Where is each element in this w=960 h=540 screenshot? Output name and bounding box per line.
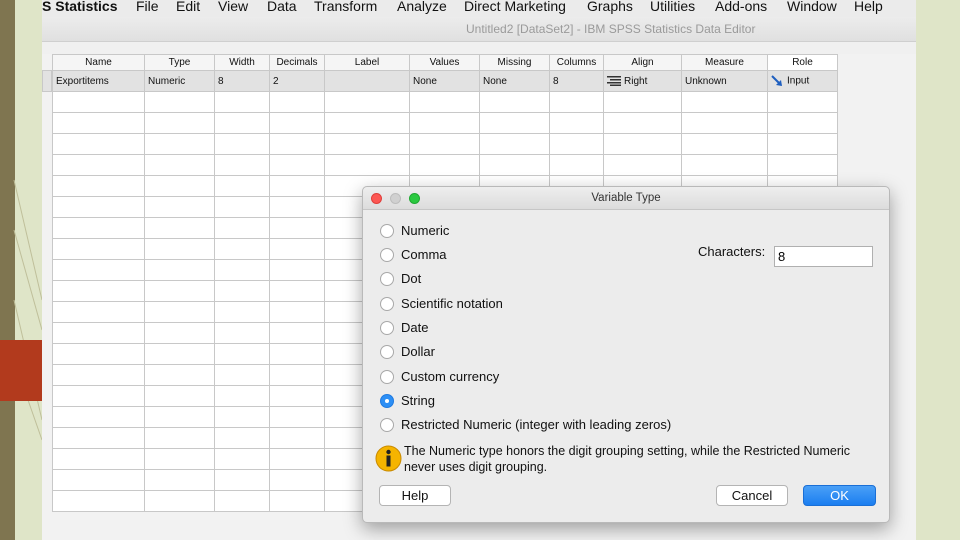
cell-missing[interactable]: None: [479, 70, 550, 92]
menu-utilities[interactable]: Utilities: [650, 0, 695, 14]
window-titlebar: Untitled2 [DataSet2] - IBM SPSS Statisti…: [42, 17, 916, 42]
row-number-1[interactable]: [42, 70, 52, 92]
menu-analyze[interactable]: Analyze: [397, 0, 447, 14]
cell-align-text: Right: [624, 75, 648, 87]
table-row[interactable]: [52, 91, 838, 113]
table-row[interactable]: [52, 112, 838, 134]
radio-label: String: [401, 393, 435, 408]
cell-align[interactable]: Right: [603, 70, 682, 92]
toolbar-strip: [42, 42, 916, 54]
radio-label: Comma: [401, 247, 447, 262]
col-header-missing[interactable]: Missing: [479, 54, 550, 71]
variable-type-dialog: Variable Type Numeric Comma Dot Scientif…: [362, 186, 890, 523]
menubar: S Statistics File Edit View Data Transfo…: [42, 0, 916, 17]
col-header-name[interactable]: Name: [52, 54, 145, 71]
col-header-values[interactable]: Values: [409, 54, 480, 71]
radio-button[interactable]: [380, 297, 394, 311]
radio-button-selected[interactable]: [380, 394, 394, 408]
menu-edit[interactable]: Edit: [176, 0, 200, 14]
cell-name[interactable]: Exportitems: [52, 70, 145, 92]
radio-button[interactable]: [380, 272, 394, 286]
col-header-role[interactable]: Role: [767, 54, 838, 71]
cell-columns[interactable]: 8: [549, 70, 604, 92]
menu-graphs[interactable]: Graphs: [587, 0, 633, 14]
window-title: Untitled2 [DataSet2] - IBM SPSS Statisti…: [466, 22, 756, 36]
cell-type[interactable]: Numeric: [144, 70, 215, 92]
cell-role[interactable]: Input: [767, 70, 838, 92]
radio-label: Dollar: [401, 344, 435, 359]
col-header-type[interactable]: Type: [144, 54, 215, 71]
col-header-columns[interactable]: Columns: [549, 54, 604, 71]
col-header-width[interactable]: Width: [214, 54, 270, 71]
menu-help[interactable]: Help: [854, 0, 883, 14]
menu-data[interactable]: Data: [267, 0, 297, 14]
table-row[interactable]: [52, 133, 838, 155]
menu-transform[interactable]: Transform: [314, 0, 377, 14]
radio-label: Restricted Numeric (integer with leading…: [401, 417, 672, 432]
info-icon: [375, 445, 402, 472]
col-header-label[interactable]: Label: [324, 54, 410, 71]
characters-input[interactable]: [774, 246, 873, 267]
radio-button[interactable]: [380, 321, 394, 335]
align-right-icon: [607, 75, 621, 86]
cancel-button[interactable]: Cancel: [716, 485, 788, 506]
input-arrow-icon: [771, 75, 782, 86]
radio-label: Scientific notation: [401, 296, 503, 311]
dialog-title: Variable Type: [591, 192, 661, 204]
col-header-align[interactable]: Align: [603, 54, 682, 71]
slide-red-block: [0, 340, 42, 401]
menu-file[interactable]: File: [136, 0, 159, 14]
menu-view[interactable]: View: [218, 0, 248, 14]
cell-role-text: Input: [787, 75, 810, 87]
table-row[interactable]: Exportitems Numeric 8 2 None None 8 Righ…: [52, 70, 838, 92]
radio-label: Date: [401, 320, 429, 335]
menu-window[interactable]: Window: [787, 0, 837, 14]
menu-direct-marketing[interactable]: Direct Marketing: [464, 0, 566, 14]
radio-button[interactable]: [380, 370, 394, 384]
app-name: S Statistics: [42, 0, 118, 14]
info-text: The Numeric type honors the digit groupi…: [404, 444, 851, 474]
radio-button[interactable]: [380, 418, 394, 432]
radio-button[interactable]: [380, 224, 394, 238]
cell-values[interactable]: None: [409, 70, 480, 92]
cell-label[interactable]: [324, 70, 410, 92]
slide-decoration-lines: [13, 179, 42, 441]
radio-label: Custom currency: [401, 369, 500, 384]
dialog-titlebar: Variable Type: [363, 187, 889, 210]
radio-button[interactable]: [380, 248, 394, 262]
menu-add-ons[interactable]: Add-ons: [715, 0, 767, 14]
cell-decimals[interactable]: 2: [269, 70, 325, 92]
table-row[interactable]: [52, 154, 838, 176]
radio-label: Numeric: [401, 223, 450, 238]
cell-width[interactable]: 8: [214, 70, 270, 92]
col-header-decimals[interactable]: Decimals: [269, 54, 325, 71]
cell-measure[interactable]: Unknown: [681, 70, 768, 92]
ok-button[interactable]: OK: [803, 485, 876, 506]
slide-right-strip: [916, 0, 960, 540]
help-button[interactable]: Help: [379, 485, 451, 506]
radio-label: Dot: [401, 271, 422, 286]
col-header-measure[interactable]: Measure: [681, 54, 768, 71]
characters-label: Characters:: [698, 244, 766, 259]
radio-button[interactable]: [380, 345, 394, 359]
